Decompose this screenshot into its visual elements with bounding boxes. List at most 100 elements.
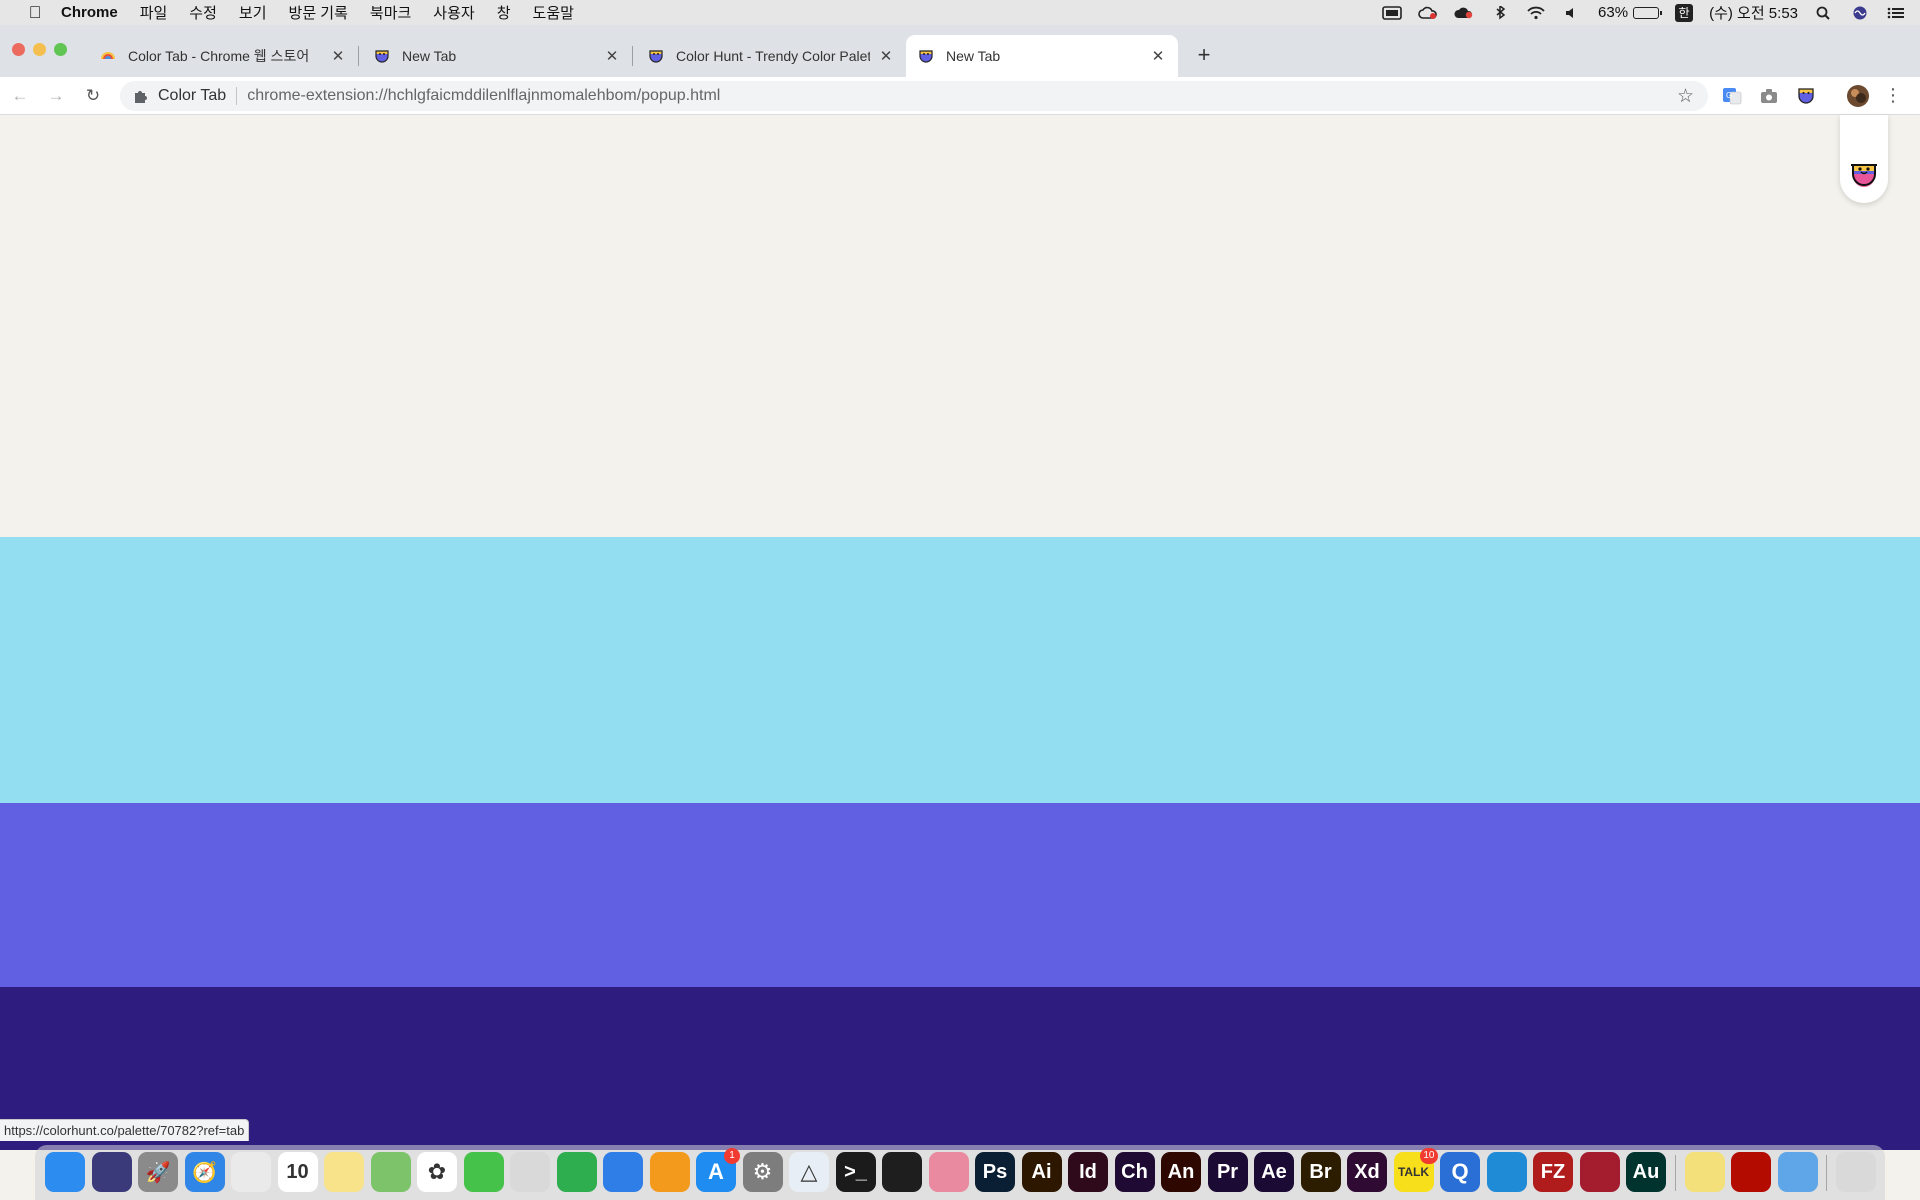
- dock-app-calendar-icon[interactable]: 10: [277, 1152, 318, 1192]
- palette-color-band-1[interactable]: [0, 115, 1920, 537]
- dock-app-photoshop-icon[interactable]: Ps: [975, 1152, 1015, 1192]
- dock-app-after-effects-icon[interactable]: Ae: [1254, 1152, 1294, 1192]
- cloud-icon[interactable]: [1418, 6, 1438, 20]
- dock-app-audition-icon[interactable]: Au: [1626, 1152, 1666, 1192]
- display-icon[interactable]: [1382, 5, 1402, 20]
- volume-icon[interactable]: [1562, 6, 1582, 20]
- menu-window[interactable]: 창: [486, 2, 522, 23]
- dock-app-maps-icon[interactable]: [370, 1152, 411, 1192]
- creative-cloud-icon[interactable]: [1454, 6, 1474, 20]
- menu-people[interactable]: 사용자: [422, 2, 485, 23]
- dock-app-quicktime-icon[interactable]: Q: [1440, 1152, 1480, 1192]
- dock-app-photo-app-icon[interactable]: [928, 1152, 969, 1192]
- profile-avatar[interactable]: [1846, 84, 1870, 108]
- zoom-window-button[interactable]: [54, 43, 67, 56]
- palette-color-band-4[interactable]: [0, 987, 1920, 1150]
- bluetooth-icon[interactable]: [1490, 5, 1510, 20]
- dock-app-activity-icon[interactable]: [882, 1152, 922, 1192]
- tab-close-icon[interactable]: ✕: [878, 47, 894, 65]
- dock-app-kakaotalk-icon[interactable]: TALK 10: [1393, 1148, 1438, 1192]
- dock-app-chrome-icon[interactable]: [231, 1152, 271, 1192]
- dock-app-mendeley-icon[interactable]: [1579, 1152, 1620, 1192]
- palette-color-band-3[interactable]: [0, 803, 1920, 987]
- dock-app-notes-icon[interactable]: [324, 1152, 364, 1192]
- wifi-icon[interactable]: [1526, 6, 1546, 20]
- tab-close-icon[interactable]: ✕: [604, 47, 620, 65]
- new-tab-button[interactable]: +: [1190, 41, 1218, 69]
- back-button[interactable]: ←: [8, 84, 32, 108]
- forward-button[interactable]: →: [44, 84, 68, 108]
- menubar-clock[interactable]: (수) 오전 5:53: [1709, 2, 1798, 23]
- dock-app-filezilla-icon[interactable]: FZ: [1533, 1152, 1573, 1192]
- tab-chrome-web-store[interactable]: Color Tab - Chrome 웹 스토어 ✕: [88, 35, 358, 77]
- chrome-menu-button[interactable]: ⋮: [1884, 85, 1902, 105]
- battery-indicator[interactable]: 63%: [1598, 4, 1663, 21]
- dock-app-bridge-icon[interactable]: Br: [1300, 1152, 1341, 1192]
- menu-items: Chrome 파일 수정 보기 방문 기록 북마크 사용자 창 도움말: [50, 2, 585, 23]
- spotlight-search-icon[interactable]: [1814, 6, 1834, 20]
- menu-help[interactable]: 도움말: [522, 2, 585, 23]
- dock-app-facetime-icon[interactable]: [463, 1152, 504, 1192]
- dock-app-acrobat-icon[interactable]: [1731, 1152, 1771, 1192]
- menu-app-name[interactable]: Chrome: [50, 4, 129, 21]
- dock-app-premiere-icon[interactable]: Pr: [1207, 1152, 1248, 1192]
- palette-color-band-2[interactable]: [0, 537, 1920, 803]
- notification-center-icon[interactable]: [1886, 6, 1906, 20]
- dock-app-launchpad-icon[interactable]: 🚀: [138, 1152, 178, 1192]
- dock-app-preview-icon[interactable]: [510, 1152, 550, 1192]
- dock-app-finder-folder-icon[interactable]: [1777, 1152, 1818, 1192]
- tab-close-icon[interactable]: ✕: [1150, 47, 1166, 65]
- dock-app-terminal-icon[interactable]: >_: [835, 1152, 876, 1192]
- menu-view[interactable]: 보기: [228, 2, 278, 23]
- dock-separator: [1826, 1155, 1827, 1191]
- dock-app-affinity-icon[interactable]: △: [789, 1152, 829, 1192]
- minimize-window-button[interactable]: [33, 43, 46, 56]
- dock-app-indesign-icon[interactable]: Id: [1068, 1152, 1108, 1192]
- dock-app-stickies-icon[interactable]: [1684, 1152, 1725, 1192]
- macos-menu-bar:  Chrome 파일 수정 보기 방문 기록 북마크 사용자 창 도움말 63…: [0, 0, 1920, 25]
- dock-app-numbers-icon[interactable]: [556, 1152, 597, 1192]
- dock-badge: 10: [1420, 1148, 1438, 1164]
- menu-edit[interactable]: 수정: [178, 2, 228, 23]
- dock-app-finder-icon[interactable]: [45, 1152, 85, 1192]
- dock-app-photos-icon[interactable]: ✿: [417, 1152, 457, 1192]
- tab-color-hunt[interactable]: Color Hunt - Trendy Color Palettes ✕: [636, 35, 906, 77]
- apple-menu-icon[interactable]: : [20, 3, 50, 23]
- tab-close-icon[interactable]: ✕: [330, 47, 346, 65]
- input-source-icon[interactable]: 한: [1675, 3, 1694, 22]
- siri-icon[interactable]: [1850, 6, 1870, 20]
- color-tab-logo-button[interactable]: [1840, 115, 1888, 203]
- menu-history[interactable]: 방문 기록: [278, 2, 359, 23]
- dock-app-safari-icon[interactable]: 🧭: [184, 1152, 225, 1192]
- url-text[interactable]: chrome-extension://hchlgfaicmddilenlflaj…: [247, 87, 720, 105]
- dock-app-vscode-icon[interactable]: [1486, 1152, 1527, 1192]
- site-chip[interactable]: Color Tab: [158, 87, 226, 105]
- dock-app-animate-icon[interactable]: An: [1161, 1152, 1201, 1192]
- close-window-button[interactable]: [12, 43, 25, 56]
- reload-button[interactable]: ↻: [81, 84, 105, 108]
- macos-dock: 🚀 🧭 10 ✿ A 1 ⚙ △ >_ Ps Ai Id Ch An Pr Ae Br Xd TALK 10 Q FZ Au: [35, 1145, 1885, 1200]
- bookmark-star-icon[interactable]: ☆: [1677, 85, 1694, 108]
- dock-app-app-store-icon[interactable]: A1: [696, 1148, 740, 1192]
- dock-app-keynote-icon[interactable]: [603, 1152, 643, 1192]
- menu-file[interactable]: 파일: [129, 2, 179, 23]
- tab-title: Color Tab - Chrome 웹 스토어: [128, 48, 310, 64]
- color-palette-page: [0, 115, 1920, 1150]
- svg-text:G: G: [1726, 91, 1732, 100]
- dock-app-illustrator-icon[interactable]: Ai: [1021, 1152, 1062, 1192]
- tab-new-tab-active[interactable]: New Tab ✕: [906, 35, 1178, 77]
- camera-icon[interactable]: [1759, 86, 1779, 106]
- extension-puzzle-icon: [135, 91, 147, 103]
- dock-app-character-animator-icon[interactable]: Ch: [1114, 1152, 1155, 1192]
- dock-app-trash-icon[interactable]: [1836, 1152, 1876, 1192]
- address-bar[interactable]: Color Tab chrome-extension://hchlgfaicmd…: [120, 81, 1708, 111]
- dock-app-siri-icon[interactable]: [91, 1152, 132, 1192]
- tab-title: New Tab: [946, 48, 1001, 64]
- google-translate-icon[interactable]: G: [1722, 86, 1742, 106]
- tab-new-tab-1[interactable]: New Tab ✕: [362, 35, 632, 77]
- menu-bookmarks[interactable]: 북마크: [359, 2, 422, 23]
- dock-app-system-preferences-icon[interactable]: ⚙: [742, 1152, 783, 1192]
- dock-app-xd-icon[interactable]: Xd: [1347, 1152, 1387, 1192]
- color-tab-extension-icon[interactable]: [1796, 86, 1816, 106]
- dock-app-books-icon[interactable]: [649, 1152, 690, 1192]
